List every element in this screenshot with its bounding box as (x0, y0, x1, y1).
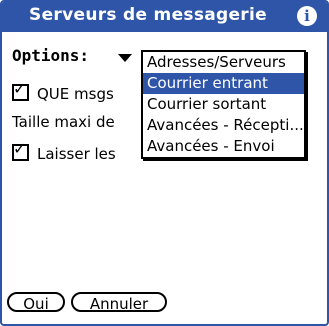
options-dropdown-menu[interactable]: Adresses/Serveurs Courrier entrant Courr… (141, 50, 306, 159)
menu-item-avancees-reception[interactable]: Avancées - Récepti... (143, 115, 304, 136)
title-bar: Serveurs de messagerie i (2, 2, 327, 32)
checkmark-icon: ✓ (13, 139, 27, 158)
que-msgs-label: QUE msgs (37, 85, 114, 103)
dialog-window: Serveurs de messagerie i Options: ✓ QUE m… (0, 0, 329, 326)
dialog-title: Serveurs de messagerie (29, 5, 267, 25)
que-msgs-checkbox[interactable]: ✓ (12, 79, 29, 101)
annuler-button[interactable]: Annuler (71, 292, 167, 313)
checkmark-icon: ✓ (13, 79, 27, 98)
laisser-row[interactable]: ✓ Laisser les (12, 139, 116, 163)
oui-button[interactable]: Oui (7, 292, 65, 313)
menu-item-avancees-envoi[interactable]: Avancées - Envoi (143, 136, 304, 157)
menu-item-courrier-sortant[interactable]: Courrier sortant (143, 94, 304, 115)
info-icon[interactable]: i (297, 6, 317, 26)
taille-maxi-label: Taille maxi de (12, 113, 115, 131)
dropdown-arrow-icon[interactable] (118, 54, 132, 62)
options-label[interactable]: Options: (12, 46, 89, 65)
menu-item-adresses-serveurs[interactable]: Adresses/Serveurs (143, 52, 304, 73)
laisser-label: Laisser les (37, 145, 116, 163)
menu-item-courrier-entrant[interactable]: Courrier entrant (143, 73, 304, 94)
laisser-checkbox[interactable]: ✓ (12, 139, 29, 161)
que-msgs-row[interactable]: ✓ QUE msgs (12, 79, 114, 103)
